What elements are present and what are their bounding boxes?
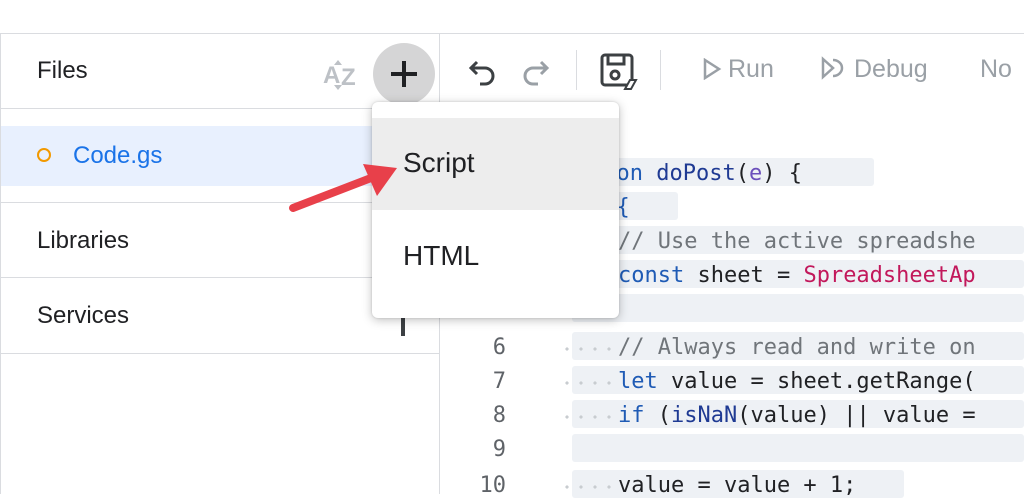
code-line: 6 // Always read and write on — [440, 332, 1024, 366]
indent-guide — [560, 346, 616, 352]
code-text: // Use the active spreadshe — [618, 229, 976, 254]
sort-az-icon[interactable]: A Z — [323, 59, 361, 91]
play-icon — [703, 57, 722, 81]
code-line: 10 value = value + 1; — [440, 470, 1024, 504]
code-line: 7 let value = sheet.getRange( — [440, 366, 1024, 400]
code-text: if (isNaN(value) || value = — [618, 403, 976, 428]
function-select[interactable]: No — [980, 55, 1012, 84]
code-line: 9 — [440, 434, 1024, 468]
add-file-menu: Script HTML — [372, 102, 619, 318]
indent-guide — [560, 380, 616, 386]
run-label: Run — [728, 55, 774, 83]
file-name: Code.gs — [73, 142, 163, 169]
toolbar-divider — [576, 50, 577, 90]
unsaved-dot-icon — [37, 148, 51, 162]
services-label: Services — [37, 302, 130, 329]
indent-guide — [560, 484, 616, 490]
undo-icon[interactable] — [468, 56, 498, 86]
svg-text:Z: Z — [341, 64, 356, 91]
add-file-button[interactable] — [373, 43, 435, 105]
menu-item-label: Script — [403, 147, 475, 178]
annotation-arrow-icon — [289, 164, 397, 212]
files-header: Files A Z — [1, 33, 440, 109]
line-number: 10 — [479, 473, 507, 498]
debug-icon — [821, 56, 844, 80]
menu-item-label: HTML — [403, 240, 480, 271]
redo-icon[interactable] — [520, 56, 550, 86]
libraries-label: Libraries — [37, 227, 130, 254]
line-highlight — [572, 294, 1024, 322]
indent-guide — [560, 414, 616, 420]
code-text: tion doPost(e) { — [590, 161, 802, 186]
toolbar-divider — [660, 50, 661, 90]
files-title: Files — [37, 57, 88, 84]
code-text: const sheet = SpreadsheetAp — [618, 263, 976, 288]
code-text: value = value + 1; — [618, 473, 857, 498]
line-number: 9 — [492, 437, 506, 462]
menu-item-script[interactable]: Script — [372, 118, 619, 210]
plus-icon — [391, 61, 417, 87]
code-text: // Always read and write on — [618, 335, 976, 360]
line-number: 7 — [492, 369, 506, 394]
debug-button[interactable]: Debug — [820, 55, 928, 84]
code-line: 8 if (isNaN(value) || value = — [440, 400, 1024, 434]
code-text: let value = sheet.getRange( — [618, 369, 976, 394]
line-number: 6 — [492, 335, 506, 360]
svg-text:A: A — [323, 62, 340, 89]
line-highlight — [572, 434, 1024, 462]
debug-label: Debug — [854, 55, 928, 83]
line-number: 8 — [492, 403, 506, 428]
run-button[interactable]: Run — [702, 55, 774, 84]
save-to-drive-icon[interactable] — [600, 53, 638, 91]
editor-toolbar: Run Debug No — [440, 34, 1024, 110]
menu-item-html[interactable]: HTML — [372, 210, 619, 302]
